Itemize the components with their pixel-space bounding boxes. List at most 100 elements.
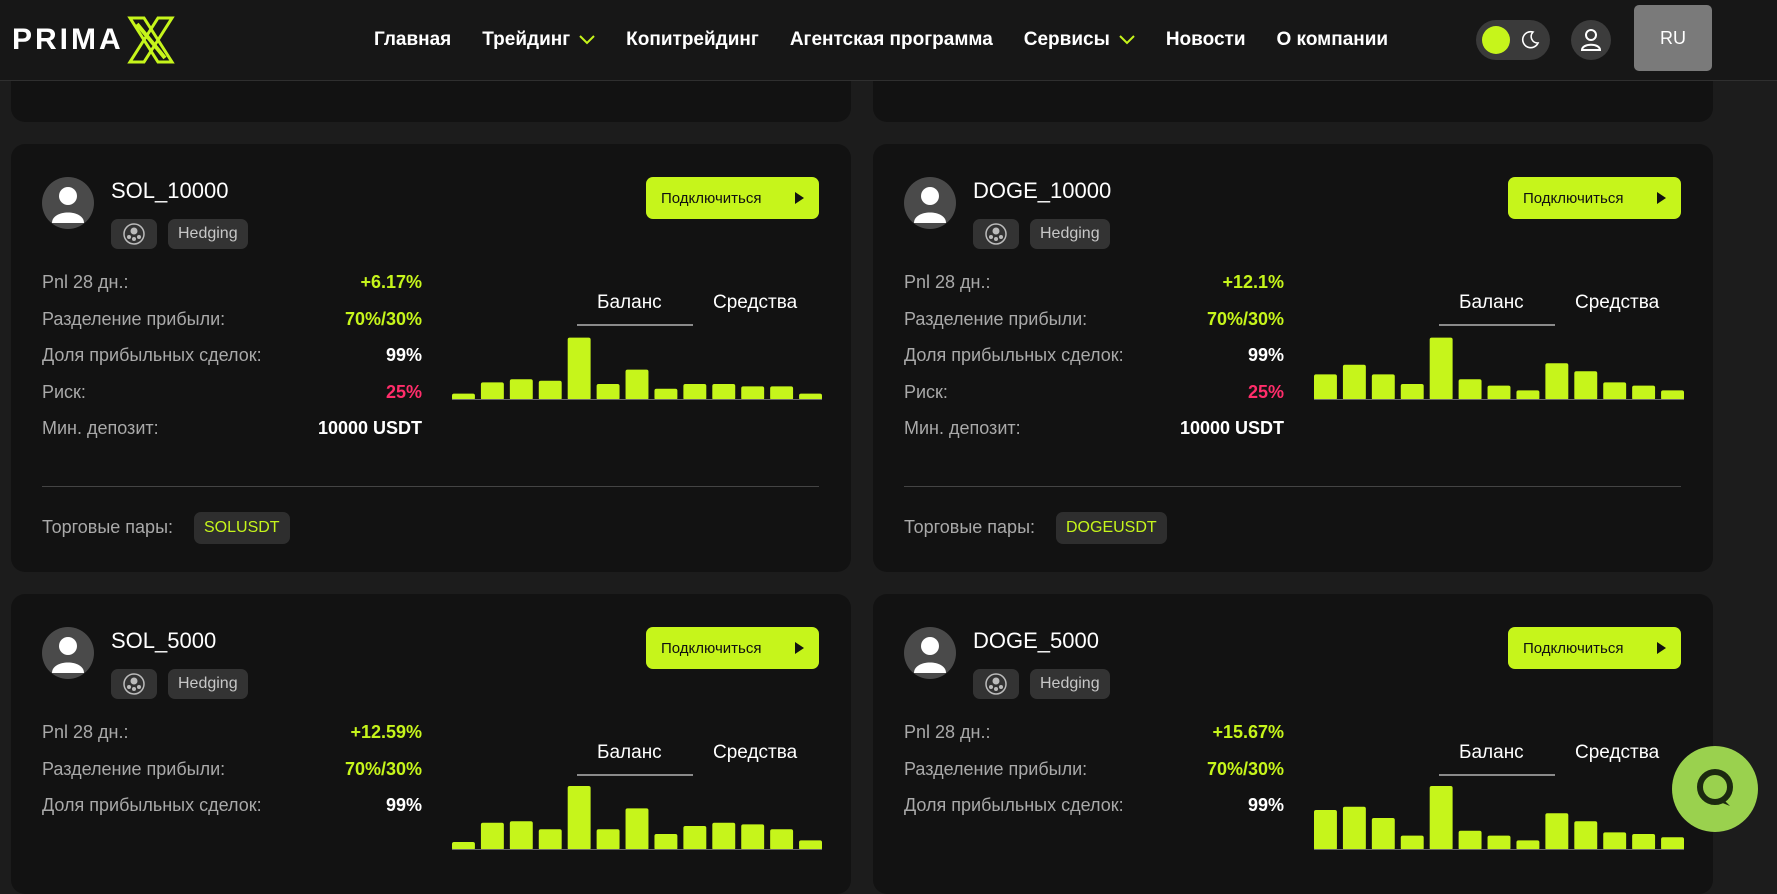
strategy-type-tag bbox=[973, 219, 1019, 249]
chat-bubble-icon bbox=[1697, 769, 1733, 806]
stat-value: +12.59% bbox=[350, 722, 422, 742]
stat-value: 99% bbox=[385, 345, 422, 365]
stat-label: Доля прибыльных сделок: bbox=[42, 795, 262, 815]
tab-funds[interactable]: Средства bbox=[713, 292, 797, 314]
strategy-type-tag bbox=[111, 219, 157, 249]
chevron-down-icon bbox=[579, 35, 595, 45]
divider bbox=[904, 486, 1681, 487]
strategy-card: DOGE_10000 Hedging Подключиться Pnl 28 д… bbox=[873, 144, 1713, 572]
nav-item-news[interactable]: Новости bbox=[1166, 29, 1246, 51]
nav-item-trading[interactable]: Трейдинг bbox=[482, 29, 595, 51]
chart-bar bbox=[799, 840, 822, 850]
moon-icon bbox=[1522, 30, 1540, 49]
tab-balance[interactable]: Баланс bbox=[597, 292, 662, 314]
balance-bar-chart bbox=[452, 786, 822, 850]
tab-balance[interactable]: Баланс bbox=[1459, 742, 1524, 764]
stat-row: Разделение прибыли: 70%/30% bbox=[42, 759, 422, 789]
chart-bar bbox=[1342, 806, 1366, 850]
network-icon bbox=[985, 223, 1007, 245]
person-icon bbox=[914, 187, 946, 223]
chart-bar bbox=[625, 369, 649, 400]
connect-button[interactable]: Подключиться bbox=[646, 627, 819, 669]
user-account-button[interactable] bbox=[1571, 20, 1611, 60]
active-tab-underline bbox=[1439, 774, 1555, 776]
stat-row: Доля прибыльных сделок: 99% bbox=[42, 795, 422, 825]
chart-bar bbox=[1545, 813, 1569, 850]
connect-button[interactable]: Подключиться bbox=[1508, 627, 1681, 669]
stat-value: 70%/30% bbox=[344, 308, 422, 329]
tab-funds[interactable]: Средства bbox=[1575, 742, 1659, 764]
nav-item-label: Новости bbox=[1165, 29, 1246, 50]
play-icon bbox=[1657, 642, 1666, 654]
network-icon bbox=[123, 673, 145, 695]
active-tab-underline bbox=[577, 774, 693, 776]
stat-value: +12.1% bbox=[1222, 272, 1284, 292]
stat-value: 99% bbox=[1247, 795, 1284, 815]
connect-button[interactable]: Подключиться bbox=[1508, 177, 1681, 219]
connect-button[interactable]: Подключиться bbox=[646, 177, 819, 219]
nav-item-agency-program[interactable]: Агентская программа bbox=[790, 29, 993, 51]
chart-bar bbox=[567, 337, 591, 400]
trading-pair-badge[interactable]: SOLUSDT bbox=[194, 512, 290, 544]
chart-bar bbox=[1516, 840, 1540, 850]
nav-item-home[interactable]: Главная bbox=[374, 29, 451, 51]
play-icon bbox=[795, 192, 804, 204]
tab-funds[interactable]: Средства bbox=[1575, 292, 1659, 314]
chart-bar bbox=[625, 808, 649, 850]
nav-item-copytrading[interactable]: Копитрейдинг bbox=[626, 29, 759, 51]
site-header: PRIMA Главная Трейдинг Копитрейдинг Аген… bbox=[0, 0, 1777, 81]
stat-value: 10000 USDT bbox=[1179, 418, 1284, 438]
stat-value: 99% bbox=[1247, 345, 1284, 365]
divider bbox=[42, 486, 819, 487]
trading-pair-badge[interactable]: DOGEUSDT bbox=[1056, 512, 1167, 544]
nav-item-about[interactable]: О компании bbox=[1277, 29, 1389, 51]
logo-x-mark bbox=[126, 16, 175, 64]
network-icon bbox=[123, 223, 145, 245]
chart-bar bbox=[1400, 384, 1424, 400]
chart-bar bbox=[1632, 385, 1656, 400]
strategy-name: DOGE_5000 bbox=[973, 628, 1099, 653]
tab-balance[interactable]: Баланс bbox=[597, 742, 662, 764]
tag-hedging: Hedging bbox=[168, 219, 248, 249]
stat-row: Разделение прибыли: 70%/30% bbox=[904, 309, 1284, 339]
chart-bar bbox=[452, 842, 475, 850]
stat-label: Разделение прибыли: bbox=[904, 308, 1088, 329]
chat-support-button[interactable] bbox=[1672, 746, 1758, 832]
stat-row: Pnl 28 дн.: +6.17% bbox=[42, 272, 422, 302]
trading-pairs-label: Торговые пары: bbox=[904, 517, 1036, 537]
stat-row: Риск: 25% bbox=[42, 382, 422, 412]
chart-bar bbox=[1314, 374, 1337, 400]
chart-bar bbox=[1516, 390, 1540, 400]
chart-bar bbox=[1429, 337, 1453, 400]
connect-button-label: Подключиться bbox=[1523, 189, 1624, 207]
nav-item-label: Главная bbox=[374, 29, 452, 50]
stat-row: Разделение прибыли: 70%/30% bbox=[42, 309, 422, 339]
stat-value: +6.17% bbox=[360, 272, 422, 292]
chart-bar bbox=[1400, 835, 1424, 850]
strategy-type-tag bbox=[111, 669, 157, 699]
connect-button-label: Подключиться bbox=[661, 189, 762, 207]
balance-bar-chart bbox=[452, 337, 822, 400]
trading-pairs-label: Торговые пары: bbox=[42, 517, 174, 537]
tab-balance[interactable]: Баланс bbox=[1459, 292, 1524, 314]
chart-bar bbox=[654, 834, 678, 850]
logo[interactable]: PRIMA bbox=[12, 14, 176, 66]
stat-value: 25% bbox=[1247, 381, 1284, 402]
active-tab-underline bbox=[577, 324, 693, 326]
chart-bar bbox=[538, 829, 562, 850]
nav-item-services[interactable]: Сервисы bbox=[1024, 29, 1135, 51]
chart-bar bbox=[1661, 390, 1684, 400]
theme-toggle[interactable] bbox=[1476, 20, 1550, 60]
language-button[interactable]: RU bbox=[1634, 5, 1712, 71]
person-icon bbox=[914, 637, 946, 673]
strategy-name: SOL_10000 bbox=[111, 178, 229, 203]
chevron-down-icon bbox=[1119, 35, 1135, 45]
person-icon bbox=[52, 187, 84, 223]
stat-label: Pnl 28 дн.: bbox=[904, 272, 991, 292]
stat-label: Доля прибыльных сделок: bbox=[42, 345, 262, 365]
nav-item-label: Копитрейдинг bbox=[626, 29, 759, 50]
stat-value: 70%/30% bbox=[1206, 308, 1284, 329]
tab-funds[interactable]: Средства bbox=[713, 742, 797, 764]
stat-label: Разделение прибыли: bbox=[904, 758, 1088, 779]
stat-label: Разделение прибыли: bbox=[42, 308, 226, 329]
